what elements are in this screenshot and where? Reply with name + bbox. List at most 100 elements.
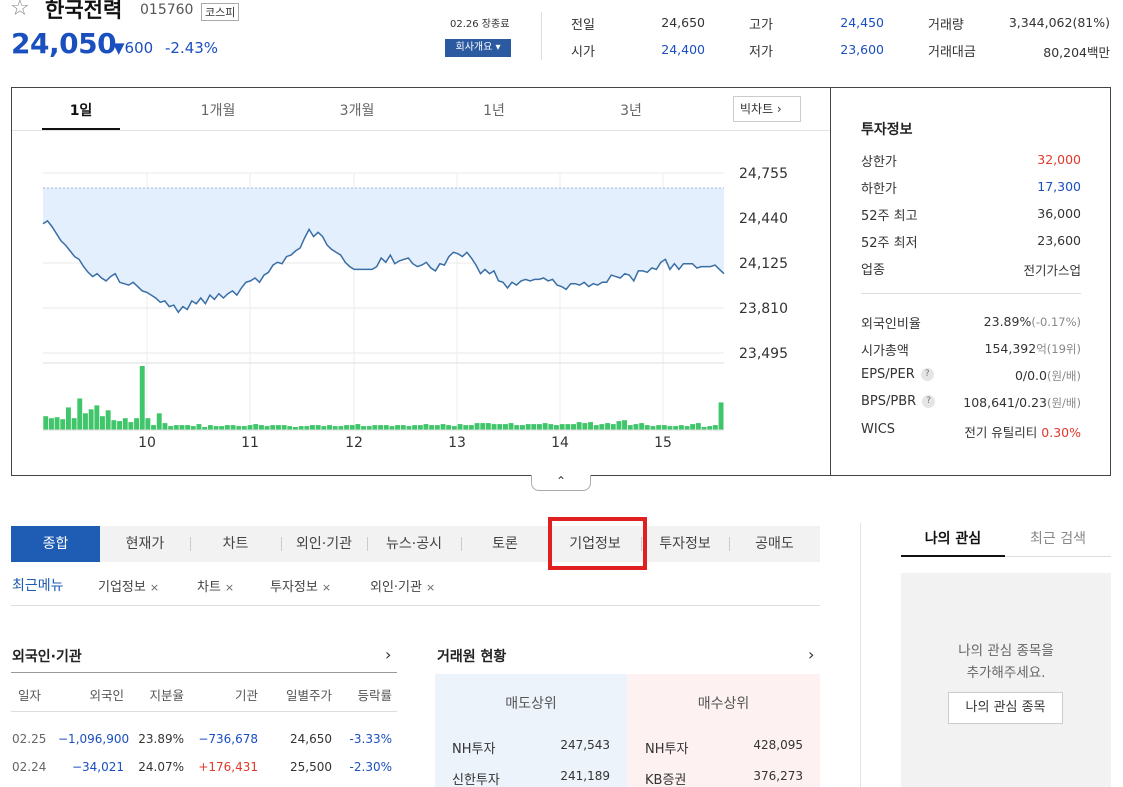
collapse-chart-button[interactable]: ⌃ <box>531 475 591 491</box>
volume-bar <box>639 423 645 430</box>
volume-bar <box>185 425 191 430</box>
menu-item-1[interactable]: 현재가 <box>100 526 190 562</box>
my-watchlist-button[interactable]: 나의 관심 종목 <box>948 692 1063 724</box>
wics-industry: 전기 유틸리티 <box>964 425 1038 440</box>
volume-bar <box>310 425 315 430</box>
volume-bar <box>43 416 49 430</box>
volume-bar <box>156 413 162 430</box>
volume-bar <box>383 425 389 430</box>
volume-bar <box>327 425 332 430</box>
volume-bar <box>230 425 236 430</box>
volume-bar <box>389 426 395 430</box>
favorite-star-icon[interactable]: ☆ <box>10 0 30 21</box>
foreign-inst-title[interactable]: 외국인·기관 <box>12 646 82 666</box>
tab-2[interactable]: 3개월 <box>337 100 377 120</box>
volume-bar <box>315 425 321 430</box>
volume-bar <box>661 425 667 430</box>
tab-4[interactable]: 3년 <box>611 100 651 120</box>
volume-bar <box>270 425 276 430</box>
info-value-0: 32,000 <box>1037 152 1081 167</box>
active-tab-underline <box>901 555 1005 557</box>
volume-bar <box>565 424 571 430</box>
chart-tabs <box>12 88 830 131</box>
help-icon[interactable]: ? <box>922 395 936 408</box>
recent-menu-item-3[interactable]: 외인·기관 × <box>370 576 435 595</box>
foreign-col-0: 일자 <box>18 688 42 703</box>
menu-item-3[interactable]: 외인·기관 <box>281 526 367 562</box>
recent-menu-item-1[interactable]: 차트 × <box>197 576 234 595</box>
tab-1[interactable]: 1개월 <box>198 100 238 120</box>
chevron-right-icon[interactable]: › <box>385 645 391 664</box>
recent-menu-label[interactable]: 기업정보 <box>98 580 146 595</box>
volume-bar <box>241 426 247 430</box>
buy-top-title: 매수상위 <box>697 696 750 712</box>
close-icon[interactable]: × <box>225 581 234 594</box>
menu-separator <box>281 537 282 551</box>
volume-bar <box>508 423 514 430</box>
y-tick-label: 24,125 <box>739 256 788 272</box>
tab-0[interactable]: 1일 <box>61 100 101 120</box>
tab-3[interactable]: 1년 <box>474 100 514 120</box>
volume-bar <box>83 413 88 430</box>
volume-bar <box>179 425 185 430</box>
volume-bar <box>576 422 582 430</box>
menu-item-5[interactable]: 토론 <box>461 526 549 562</box>
volume-bar <box>372 425 378 430</box>
close-icon[interactable]: × <box>426 581 435 594</box>
volume-bar <box>434 425 440 430</box>
summary-value-1: 24,400 <box>661 42 705 57</box>
info-value-3: 23,600 <box>1037 233 1081 248</box>
summary-label-2: 고가 <box>749 18 773 33</box>
info-value-2: 36,000 <box>1037 206 1081 221</box>
recent-menu-label[interactable]: 외인·기관 <box>370 580 422 595</box>
tab-my-watchlist[interactable]: 나의 관심 <box>901 528 1005 548</box>
info2-value-2: 0/0.0(원/배) <box>1015 368 1081 384</box>
x-tick-label: 14 <box>551 435 569 451</box>
volume-bar <box>338 426 344 430</box>
highlight-box <box>548 517 647 570</box>
volume-bar <box>525 424 531 430</box>
volume-bar <box>66 407 71 430</box>
volume-bar <box>684 426 690 430</box>
info2-label-text: 외국인비율 <box>861 317 921 332</box>
volume-bar <box>332 426 338 430</box>
close-icon[interactable]: × <box>322 581 331 594</box>
market-badge: 코스피 <box>201 3 240 21</box>
volume-bar <box>485 423 491 430</box>
big-chart-button[interactable]: 빅차트 › <box>733 96 801 122</box>
menu-item-4[interactable]: 뉴스·공시 <box>367 526 461 562</box>
volume-bar <box>588 422 593 430</box>
menu-item-8[interactable]: 공매도 <box>729 526 820 562</box>
tab-recent-search[interactable]: 최근 검색 <box>1005 528 1111 548</box>
volume-bar <box>627 425 633 430</box>
recent-menu-item-0[interactable]: 기업정보 × <box>98 576 159 595</box>
company-overview-button[interactable]: 회사개요 ▾ <box>445 39 511 57</box>
volume-bar <box>559 424 565 430</box>
volume-bar <box>111 420 117 430</box>
volume-bar <box>196 424 202 430</box>
close-icon[interactable]: × <box>150 581 159 594</box>
info-label-3: 52주 최저 <box>861 236 918 251</box>
recent-menu-label[interactable]: 차트 <box>197 580 221 595</box>
stock-name: 한국전력 <box>45 0 123 22</box>
menu-item-2[interactable]: 차트 <box>190 526 281 562</box>
summary-label-5: 거래대금 <box>928 45 976 60</box>
stock-code: 015760 <box>140 2 194 18</box>
menu-item-7[interactable]: 투자정보 <box>641 526 729 562</box>
menu-item-0[interactable]: 종합 <box>11 526 100 562</box>
info2-value-0: 23.89%(-0.17%) <box>984 314 1081 329</box>
info2-value-text: 108,641/0.23 <box>963 395 1047 410</box>
foreign-cell-inst: −736,678 <box>198 732 258 746</box>
info2-label-text: 시가총액 <box>861 344 909 359</box>
trader-title[interactable]: 거래원 현황 <box>437 646 506 666</box>
help-icon[interactable]: ? <box>920 368 934 381</box>
volume-bar <box>173 425 179 430</box>
recent-menu-label[interactable]: 투자정보 <box>270 580 318 595</box>
x-tick-label: 10 <box>138 435 156 451</box>
recent-menu-item-2[interactable]: 투자정보 × <box>270 576 331 595</box>
volume-bar <box>537 424 542 430</box>
volume-bar <box>395 425 400 430</box>
volume-bar <box>406 426 412 430</box>
chevron-right-icon[interactable]: › <box>808 645 814 664</box>
volume-bar <box>281 425 287 430</box>
